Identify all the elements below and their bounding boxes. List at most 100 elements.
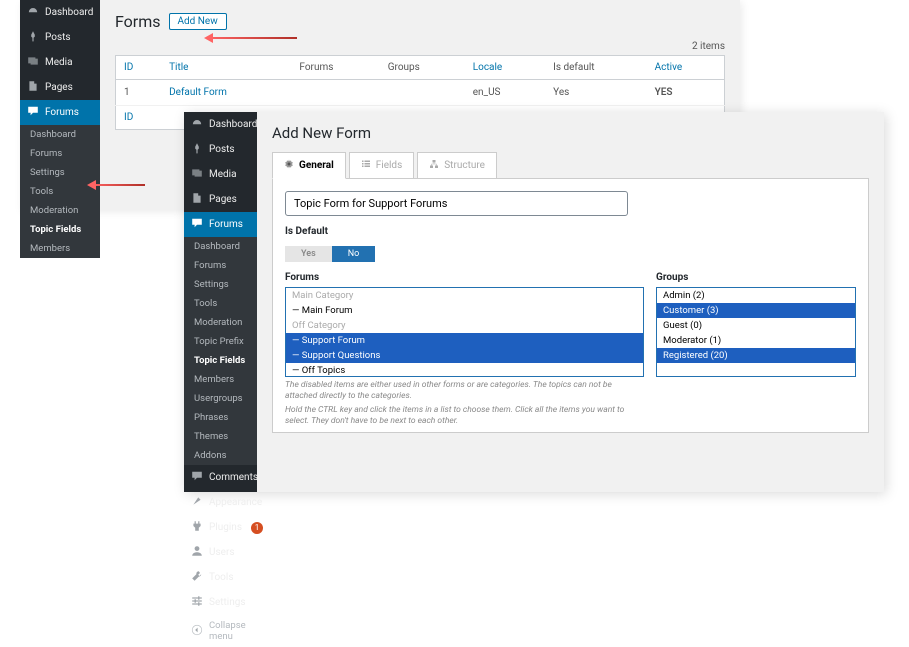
table-footer: ID: [116, 106, 162, 130]
pin-icon: [27, 30, 39, 45]
tab-fields[interactable]: Fields: [349, 152, 415, 179]
sidebar-sub-themes[interactable]: Themes: [184, 427, 257, 446]
sidebar-item-posts[interactable]: Posts: [20, 25, 100, 50]
table-header[interactable]: Is default: [545, 56, 647, 80]
list-option[interactable]: Registered (20): [657, 348, 855, 363]
is-default-no[interactable]: No: [332, 246, 376, 262]
badge: 1: [251, 522, 263, 534]
sidebar-item-forums[interactable]: Forums: [184, 212, 257, 237]
table-row: 1Default Formen_USYesYES: [116, 80, 725, 106]
sidebar-item-dashboard[interactable]: Dashboard: [20, 0, 100, 25]
sidebar-item-posts[interactable]: Posts: [184, 137, 257, 162]
groups-label: Groups: [656, 272, 856, 283]
sidebar-item-tools[interactable]: Tools: [184, 565, 257, 590]
sidebar-item-label: Forums: [209, 219, 243, 230]
sidebar-sub-topic-prefix[interactable]: Topic Prefix: [184, 332, 257, 351]
sidebar-item-settings[interactable]: Settings: [184, 590, 257, 615]
is-default-toggle[interactable]: Yes No: [285, 246, 375, 262]
table-header[interactable]: Groups: [380, 56, 465, 80]
sidebar-sub-moderation[interactable]: Moderation: [184, 313, 257, 332]
sidebar-sub-addons[interactable]: Addons: [184, 446, 257, 465]
list-option[interactable]: — Main Forum: [286, 303, 643, 318]
settings-icon: [191, 595, 203, 610]
media-icon: [27, 55, 39, 70]
sidebar-item-plugins[interactable]: Plugins1: [184, 515, 257, 540]
list-option[interactable]: — Support Forum: [286, 333, 643, 348]
collapse-icon: [191, 624, 203, 639]
sidebar-sub-topic-fields[interactable]: Topic Fields: [184, 351, 257, 370]
struct-icon: [429, 159, 439, 172]
sidebar-item-label: Media: [45, 57, 73, 68]
sidebar-item-media[interactable]: Media: [20, 50, 100, 75]
sidebar-item-label: Pages: [45, 82, 73, 93]
table-header[interactable]: ID: [116, 56, 162, 80]
page-title: Add New Form: [272, 124, 869, 142]
sidebar-item-pages[interactable]: Pages: [20, 75, 100, 100]
form-name-input[interactable]: [285, 191, 628, 216]
sidebar-item-label: Settings: [209, 597, 246, 608]
plugin-icon: [191, 520, 203, 535]
sidebar-sub-settings[interactable]: Settings: [184, 275, 257, 294]
table-header[interactable]: Locale: [465, 56, 545, 80]
table-header[interactable]: Forums: [291, 56, 379, 80]
table-header[interactable]: Active: [647, 56, 725, 80]
sidebar-sub-usergroups[interactable]: Usergroups: [184, 389, 257, 408]
sidebar-sub-tools[interactable]: Tools: [184, 294, 257, 313]
sidebar-item-label: Posts: [45, 32, 71, 43]
tab-general[interactable]: General: [272, 152, 346, 179]
sidebar-sub-members[interactable]: Members: [20, 239, 100, 258]
sidebar-item-forums[interactable]: Forums: [20, 100, 100, 125]
sidebar-sub-topic-fields[interactable]: Topic Fields: [20, 220, 100, 239]
sidebar-item-label: Pages: [209, 194, 237, 205]
sidebar-sub-members[interactable]: Members: [184, 370, 257, 389]
sidebar-sub-dashboard[interactable]: Dashboard: [20, 125, 100, 144]
sidebar-sub-forums[interactable]: Forums: [20, 144, 100, 163]
sidebar-sub-forums[interactable]: Forums: [184, 256, 257, 275]
list-option[interactable]: — Off Topics: [286, 363, 643, 377]
sidebar-sub-phrases[interactable]: Phrases: [184, 408, 257, 427]
list-option[interactable]: Customer (3): [657, 303, 855, 318]
forums-hint2: Hold the CTRL key and click the items in…: [285, 405, 644, 427]
add-new-button[interactable]: Add New: [169, 13, 227, 30]
sidebar-sub-moderation[interactable]: Moderation: [20, 201, 100, 220]
user-icon: [191, 545, 203, 560]
list-option[interactable]: Moderator (1): [657, 333, 855, 348]
page-title: Forms: [115, 12, 161, 31]
gear-icon: [284, 159, 294, 172]
sidebar-item-appearance[interactable]: Appearance: [184, 490, 257, 515]
list-icon: [361, 159, 371, 172]
table-header[interactable]: Title: [161, 56, 291, 80]
sidebar-item-media[interactable]: Media: [184, 162, 257, 187]
page-icon: [27, 80, 39, 95]
sidebar-item-dashboard[interactable]: Dashboard: [184, 112, 257, 137]
sidebar-item-label: Users: [209, 547, 235, 558]
sidebar-item-label: Posts: [209, 144, 235, 155]
dashboard-icon: [27, 5, 39, 20]
sidebar-item-label: Appearance: [209, 497, 262, 508]
sidebar-item-label: Tools: [209, 572, 233, 583]
media-icon: [191, 167, 203, 182]
collapse-menu[interactable]: Collapse menu: [184, 615, 257, 647]
appearance-icon: [191, 495, 203, 510]
sidebar-item-pages[interactable]: Pages: [184, 187, 257, 212]
sidebar-item-label: Dashboard: [209, 119, 257, 130]
list-option: Off Category: [286, 318, 643, 333]
sidebar-item-comments[interactable]: Comments: [184, 465, 257, 490]
list-option[interactable]: — Support Questions: [286, 348, 643, 363]
sidebar-item-users[interactable]: Users: [184, 540, 257, 565]
tool-icon: [191, 570, 203, 585]
is-default-yes[interactable]: Yes: [285, 246, 332, 262]
dashboard-icon: [191, 117, 203, 132]
list-option[interactable]: Admin (2): [657, 288, 855, 303]
list-option[interactable]: Guest (0): [657, 318, 855, 333]
forums-listbox[interactable]: Main Category— Main ForumOff Category— S…: [285, 287, 644, 377]
groups-listbox[interactable]: Admin (2)Customer (3)Guest (0)Moderator …: [656, 287, 856, 377]
forums-icon: [27, 105, 39, 120]
sidebar-item-label: Media: [209, 169, 237, 180]
sidebar-sub-dashboard[interactable]: Dashboard: [184, 237, 257, 256]
sidebar-item-label: Dashboard: [45, 7, 93, 18]
forums-icon: [191, 217, 203, 232]
tab-structure[interactable]: Structure: [417, 152, 497, 179]
list-option: Main Category: [286, 288, 643, 303]
sidebar-item-label: Forums: [45, 107, 79, 118]
